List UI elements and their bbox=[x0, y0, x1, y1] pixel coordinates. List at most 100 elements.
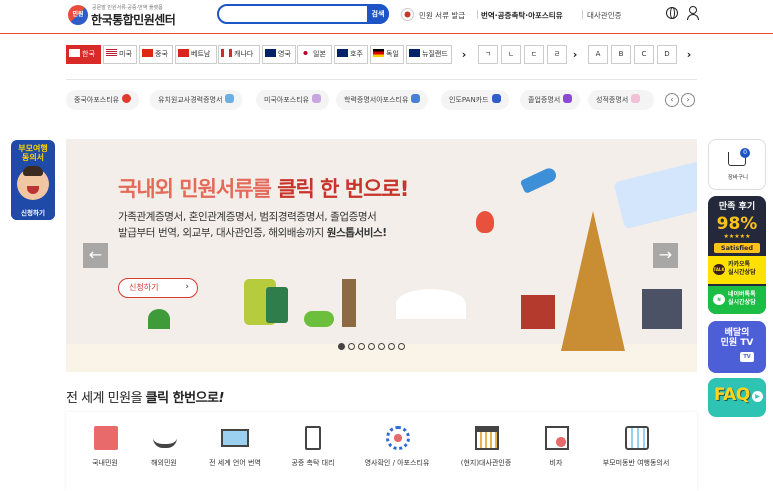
passport-icon bbox=[266, 287, 288, 323]
services-title-normal: 전 세계 민원을 bbox=[66, 391, 146, 406]
uk-flag-icon bbox=[265, 49, 276, 57]
service-translation[interactable]: 전 세계 언어 번역 bbox=[200, 412, 270, 482]
letter-tab[interactable]: ㄷ bbox=[524, 45, 544, 64]
australia-flag-icon bbox=[337, 49, 348, 57]
embassy-building-icon bbox=[475, 426, 499, 450]
service-apostille[interactable]: 영사확인 / 아포스티유 bbox=[362, 412, 432, 482]
korea-flag-icon bbox=[401, 8, 414, 21]
country-tab-label: 영국 bbox=[278, 50, 291, 58]
nav-issue-documents[interactable]: 민원 서류 발급 bbox=[419, 10, 465, 21]
doc-pill[interactable]: 졸업증명서 bbox=[520, 90, 581, 110]
slide-dot[interactable] bbox=[388, 343, 395, 350]
review-stars: ★★★★★ bbox=[723, 233, 751, 240]
vietnam-flag-icon bbox=[178, 49, 189, 57]
services-section-title: 전 세계 민원을 클릭 한번으로! bbox=[66, 387, 224, 406]
doc-pill-label: 성적증명서 bbox=[596, 96, 629, 104]
slide-dot[interactable] bbox=[348, 343, 355, 350]
country-tabs-next-icon[interactable]: › bbox=[458, 45, 470, 64]
slide-dot[interactable] bbox=[398, 343, 405, 350]
document-folder-icon bbox=[94, 426, 118, 450]
letter-tab[interactable]: ㄱ bbox=[478, 45, 498, 64]
country-tab-japan[interactable]: 일본 bbox=[297, 45, 332, 64]
letter-tabs-next-icon[interactable]: › bbox=[569, 45, 581, 64]
play-icon: ▶ bbox=[752, 391, 763, 402]
user-icon[interactable] bbox=[686, 6, 699, 20]
doc-pill[interactable]: 유치원교사경력증명서 bbox=[150, 90, 243, 110]
hero-title: 국내외 민원서류를 클릭 한 번으로! bbox=[118, 173, 409, 203]
country-tab-germany[interactable]: 독일 bbox=[370, 45, 404, 64]
letter-tab[interactable]: A bbox=[588, 45, 608, 64]
search-button[interactable]: 검색 bbox=[367, 4, 389, 24]
country-tab-canada[interactable]: 캐나다 bbox=[218, 45, 260, 64]
doc-pill[interactable]: 성적증명서 bbox=[588, 90, 654, 110]
letter-tab[interactable]: D bbox=[657, 45, 677, 64]
review-percent: 98% bbox=[716, 214, 758, 234]
airplane-icon bbox=[519, 166, 559, 194]
hero-line-2-text: 발급부터 번역, 외교부, 대사관인증, 해외배송까지 bbox=[118, 227, 327, 239]
service-label: 비자 bbox=[549, 459, 563, 467]
nav-embassy-certification[interactable]: 대사관인증 bbox=[587, 10, 622, 21]
service-overseas[interactable]: 해외민원 bbox=[129, 412, 199, 482]
country-tab-label: 중국 bbox=[155, 50, 168, 58]
letter-tab[interactable]: ㄴ bbox=[501, 45, 521, 64]
eiffel-tower-icon bbox=[561, 211, 625, 351]
hero-prev-button[interactable]: ← bbox=[83, 243, 108, 268]
parent-consent-banner[interactable]: 부모여행 동의서 신청하기 bbox=[11, 140, 55, 220]
pills-next-icon[interactable]: › bbox=[681, 93, 695, 107]
service-label: 부모미동반 여행동의서 bbox=[602, 459, 670, 467]
naver-talk-button[interactable]: N 네이버톡톡 실시간상담 bbox=[708, 286, 766, 314]
diploma-icon bbox=[563, 94, 573, 103]
hero-line-1: 가족관계증명서, 혼인관계증명서, 범죄경력증명서, 졸업증명서 bbox=[118, 211, 377, 223]
left-banner-apply-button[interactable]: 신청하기 bbox=[11, 206, 55, 220]
letter-tab[interactable]: B bbox=[611, 45, 631, 64]
kakao-talk-icon: TALK bbox=[713, 264, 725, 275]
letter-tabs-more-icon[interactable]: › bbox=[683, 45, 695, 64]
doc-pill[interactable]: 학력증명서아포스티유 bbox=[336, 90, 429, 110]
country-tab-korea[interactable]: 한국 bbox=[66, 45, 101, 64]
balloon-icon bbox=[476, 211, 494, 233]
service-label: 영사확인 / 아포스티유 bbox=[364, 459, 430, 467]
kakao-chat-label: 카카오톡 실시간상담 bbox=[728, 261, 756, 277]
pills-prev-icon[interactable]: ‹ bbox=[665, 93, 679, 107]
country-tab-vietnam[interactable]: 베트남 bbox=[175, 45, 217, 64]
country-tab-china[interactable]: 중국 bbox=[139, 45, 173, 64]
service-notary[interactable]: 공증 촉탁 대리 bbox=[278, 412, 348, 482]
doc-pill[interactable]: 미국아포스티유 bbox=[256, 90, 330, 110]
hero-banner: 국내외 민원서류를 클릭 한 번으로! 가족관계증명서, 혼인관계증명서, 범죄… bbox=[66, 139, 697, 372]
hero-apply-label: 신청하기 bbox=[129, 283, 159, 292]
letter-tab[interactable]: ㄹ bbox=[547, 45, 567, 64]
search-input[interactable] bbox=[223, 7, 353, 21]
country-tab-label: 독일 bbox=[386, 50, 399, 58]
slide-dot[interactable] bbox=[378, 343, 385, 350]
doc-pill[interactable]: 인도PAN카드 bbox=[441, 90, 509, 110]
translation-card-icon bbox=[221, 429, 249, 447]
country-tab-usa[interactable]: 미국 bbox=[103, 45, 137, 64]
service-travel-consent[interactable]: 부모미동반 여행동의서 bbox=[601, 412, 671, 482]
letter-tab[interactable]: C bbox=[634, 45, 654, 64]
country-tab-uk[interactable]: 영국 bbox=[262, 45, 296, 64]
review-satisfied-badge: Satisfied bbox=[714, 243, 760, 253]
slide-dot[interactable] bbox=[368, 343, 375, 350]
service-visa[interactable]: 비자 bbox=[521, 412, 591, 482]
chevron-right-icon: › bbox=[185, 282, 189, 292]
globe-icon[interactable] bbox=[666, 7, 678, 19]
service-embassy[interactable]: (현지)대사관인증 bbox=[451, 412, 521, 482]
nav-translation-apostille[interactable]: 번역·공증촉탁·아포스티유 bbox=[481, 10, 563, 21]
logo-icon[interactable]: 민원 bbox=[68, 5, 88, 25]
cart-button[interactable]: 0 장바구니 bbox=[708, 139, 766, 190]
newzealand-flag-icon bbox=[409, 49, 420, 57]
slide-dot[interactable] bbox=[358, 343, 365, 350]
hero-line-2: 발급부터 번역, 외교부, 대사관인증, 해외배송까지 원스톱서비스! bbox=[118, 225, 387, 240]
logo-title[interactable]: 한국통합민원센터 bbox=[91, 11, 176, 28]
civil-tv-button[interactable]: 배달의 민원 TV TV bbox=[708, 321, 766, 373]
hero-next-button[interactable]: → bbox=[653, 243, 678, 268]
hero-apply-button[interactable]: 신청하기 › bbox=[118, 278, 198, 298]
kakao-chat-button[interactable]: TALK 카카오톡 실시간상담 bbox=[708, 256, 766, 284]
review-panel[interactable]: 만족 후기 98% ★★★★★ Satisfied TALK 카카오톡 실시간상담… bbox=[708, 196, 766, 314]
country-tab-newzealand[interactable]: 뉴질랜드 bbox=[406, 45, 452, 64]
faq-button[interactable]: FAQ ▶ bbox=[708, 378, 766, 417]
site-header: 민원 공문발 민원서류·공증·번역 플랫폼 한국통합민원센터 검색 민원 서류 … bbox=[0, 0, 773, 34]
country-tab-australia[interactable]: 호주 bbox=[334, 45, 368, 64]
slide-dot[interactable] bbox=[338, 343, 345, 350]
doc-pill[interactable]: 중국아포스티유 bbox=[66, 90, 140, 110]
